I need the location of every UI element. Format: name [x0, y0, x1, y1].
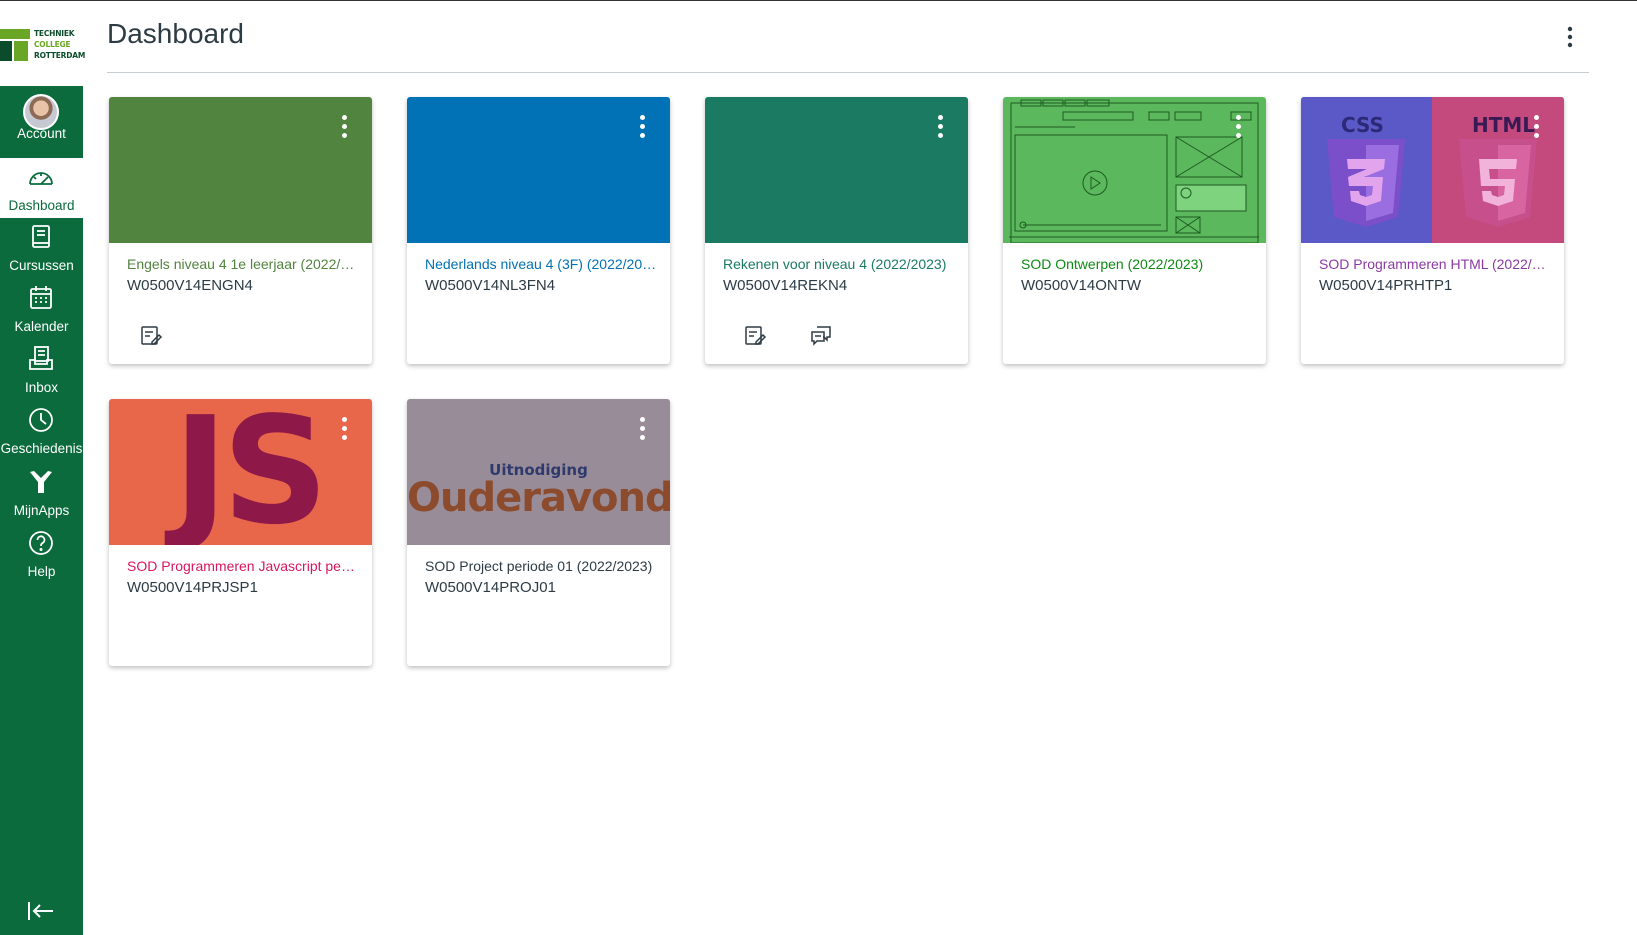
card-options-icon[interactable]: [1232, 115, 1244, 143]
school-logo[interactable]: TECHNIEK COLLEGE ROTTERDAM: [0, 1, 85, 86]
collapse-nav-icon[interactable]: [26, 899, 56, 923]
course-card-hero[interactable]: JS: [109, 399, 372, 545]
course-name[interactable]: SOD Programmeren Javascript periode 01: [127, 557, 359, 575]
course-card[interactable]: SOD Ontwerpen (2022/2023) W0500V14ONTW: [1003, 97, 1266, 364]
dashboard-icon: [29, 172, 53, 185]
course-card[interactable]: Engels niveau 4 1e leerjaar (2022/2023) …: [109, 97, 372, 364]
course-code: W0500V14ENGN4: [127, 277, 253, 294]
nav-dashboard[interactable]: Dashboard: [0, 158, 83, 218]
logo-text: TECHNIEK COLLEGE ROTTERDAM: [34, 28, 85, 61]
css-label: CSS: [1341, 113, 1384, 137]
course-code: W0500V14NL3FN4: [425, 277, 556, 294]
course-card[interactable]: JS SOD Programmeren Javascript periode 0…: [109, 399, 372, 666]
assignments-icon[interactable]: [743, 324, 767, 348]
nav-history[interactable]: Geschiedenis: [0, 401, 83, 461]
nav-help-label: Help: [27, 564, 56, 579]
course-code: W0500V14REKN4: [723, 277, 848, 294]
card-options-icon[interactable]: [636, 417, 648, 445]
nav-account[interactable]: Account: [0, 86, 83, 146]
assignments-icon[interactable]: [139, 324, 163, 348]
page-title: Dashboard: [107, 18, 244, 49]
nav-myapps-label: MijnApps: [13, 503, 70, 518]
nav-history-label: Geschiedenis: [0, 441, 83, 456]
nav-inbox[interactable]: Inbox: [0, 340, 83, 400]
css3-shield-icon: [1327, 139, 1405, 227]
course-name[interactable]: Rekenen voor niveau 4 (2022/2023): [723, 255, 955, 273]
nav-inbox-label: Inbox: [24, 380, 59, 395]
nav-calendar-label: Kalender: [14, 319, 69, 334]
book-icon: [32, 225, 50, 248]
calendar-icon: [30, 286, 52, 309]
logo-line-2: COLLEGE: [34, 40, 71, 49]
logo-mark-icon: [0, 29, 30, 61]
course-card-hero[interactable]: [407, 97, 670, 243]
course-card[interactable]: Rekenen voor niveau 4 (2022/2023) W0500V…: [705, 97, 968, 364]
nav-myapps[interactable]: MijnApps: [0, 463, 83, 523]
course-code: W0500V14ONTW: [1021, 277, 1142, 294]
myapps-icon: [30, 471, 52, 493]
html5-shield-icon: [1459, 139, 1537, 227]
course-card-hero[interactable]: [109, 97, 372, 243]
nav-help[interactable]: Help: [0, 524, 83, 584]
nav-account-label: Account: [17, 126, 66, 141]
course-name[interactable]: SOD Ontwerpen (2022/2023): [1021, 255, 1253, 273]
card-options-icon[interactable]: [636, 115, 648, 143]
course-name[interactable]: SOD Project periode 01 (2022/2023): [425, 557, 657, 575]
nav-dashboard-label: Dashboard: [8, 198, 75, 213]
html-label: HTML: [1472, 113, 1536, 137]
nav-courses[interactable]: Cursussen: [0, 218, 83, 278]
help-icon: [29, 531, 53, 555]
course-name[interactable]: Nederlands niveau 4 (3F) (2022/2023): [425, 255, 657, 273]
card-options-icon[interactable]: [1530, 115, 1542, 143]
course-card-hero[interactable]: [705, 97, 968, 243]
course-code: W0500V14PRJSP1: [127, 579, 258, 596]
logo-line-1: TECHNIEK: [34, 29, 75, 38]
header-divider: [107, 72, 1589, 73]
discussions-icon[interactable]: [809, 324, 833, 348]
js-label: JS: [173, 399, 329, 545]
course-code: W0500V14PROJ01: [425, 579, 556, 596]
course-card-hero[interactable]: [1003, 97, 1266, 243]
course-card[interactable]: CSS HTML SOD Programmeren HTML (2022/202…: [1301, 97, 1564, 364]
clock-icon: [29, 408, 53, 432]
course-card-hero[interactable]: CSS HTML: [1301, 97, 1564, 243]
card-options-icon[interactable]: [934, 115, 946, 143]
avatar: [23, 94, 59, 130]
logo-line-3: ROTTERDAM: [34, 51, 86, 60]
course-code: W0500V14PRHTP1: [1319, 277, 1453, 294]
course-card[interactable]: Uitnodiging Ouderavond SOD Project perio…: [407, 399, 670, 666]
course-name[interactable]: SOD Programmeren HTML (2022/2023): [1319, 255, 1551, 273]
wireframe-image: [1009, 99, 1259, 243]
inbox-icon: [29, 346, 53, 370]
course-card[interactable]: Nederlands niveau 4 (3F) (2022/2023) W05…: [407, 97, 670, 364]
global-navigation: TECHNIEK COLLEGE ROTTERDAM Account Dashb…: [0, 1, 85, 935]
course-name[interactable]: Engels niveau 4 1e leerjaar (2022/2023): [127, 255, 359, 273]
parents-evening-label: Ouderavond: [407, 475, 670, 521]
nav-calendar[interactable]: Kalender: [0, 279, 83, 339]
nav-courses-label: Cursussen: [9, 258, 74, 273]
top-border: [0, 0, 1637, 1]
card-options-icon[interactable]: [338, 115, 350, 143]
dashboard-options-icon[interactable]: [1560, 24, 1580, 52]
course-card-hero[interactable]: Uitnodiging Ouderavond: [407, 399, 670, 545]
card-options-icon[interactable]: [338, 417, 350, 445]
